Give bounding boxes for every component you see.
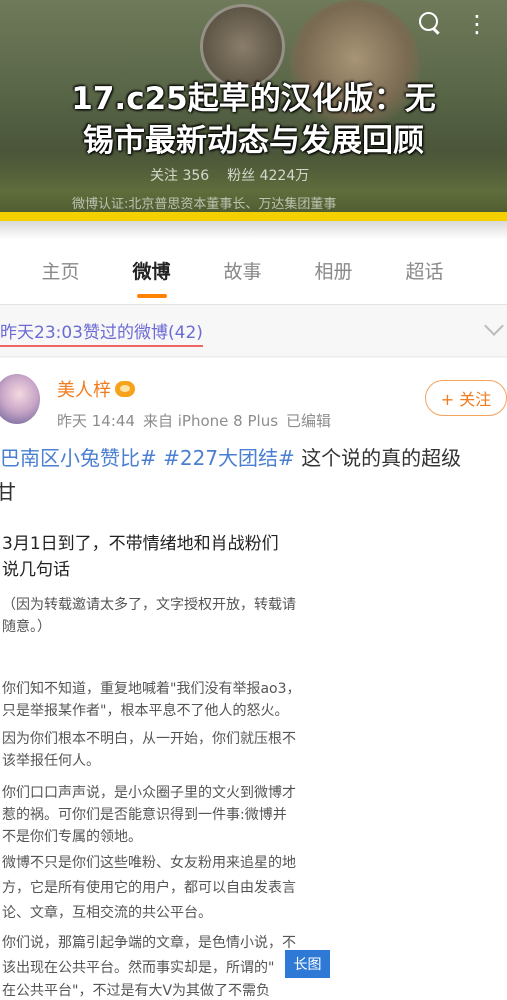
tab-supertopic[interactable]: 超话 <box>379 257 470 284</box>
paren-line-2: 随意。） <box>2 619 51 635</box>
search-icon[interactable] <box>417 10 441 34</box>
top-icons: ⋮ <box>417 10 489 38</box>
headline-underline-bar <box>0 212 507 221</box>
tab-home[interactable]: 主页 <box>15 257 106 284</box>
p4-line-3: 论、文章，互相交流的共公平台。 <box>2 905 212 921</box>
following-count[interactable]: 关注 356 <box>150 165 209 185</box>
post-meta: 昨天 14:44 来自 iPhone 8 Plus 已编辑 <box>57 410 331 431</box>
p2-line-1: 因为你们根本不明白，从一开始，你们就压根不 <box>2 731 296 747</box>
post-card: 美人梓 昨天 14:44 来自 iPhone 8 Plus 已编辑 + 关注 巴… <box>0 358 507 1000</box>
follow-button[interactable]: + 关注 <box>425 380 507 416</box>
hashtag-tail-text: 这个说的真的超级 <box>301 446 462 470</box>
post-time: 昨天 14:44 <box>57 412 135 430</box>
long-image-badge[interactable]: 长图 <box>285 950 330 978</box>
p1-line-1: 你们知不知道，重复地喊着"我们没有举报ao3， <box>2 681 301 697</box>
chevron-down-icon[interactable] <box>484 316 504 336</box>
post-edited: 已编辑 <box>286 412 332 430</box>
paren-line-1: （因为转载邀请太多了，文字授权开放，转载请 <box>2 597 296 613</box>
headline-line-2: 锡市最新动态与发展回顾 <box>83 123 424 159</box>
p3-line-3: 不是你们专属的领地。 <box>2 829 142 845</box>
author-name[interactable]: 美人梓 <box>57 376 135 402</box>
p5-line-2: 该出现在公共平台。然而事实却是，所谓的" <box>2 960 275 976</box>
author-avatar[interactable] <box>0 374 40 424</box>
profile-avatar[interactable] <box>200 4 285 89</box>
author-name-text: 美人梓 <box>57 380 111 401</box>
p1-line-2: 只是举报某作者"，根本平息不了他人的怒火。 <box>2 703 289 719</box>
profile-stats: 关注 356 粉丝 4224万 <box>150 165 309 185</box>
profile-tabs: 主页 微博 故事 相册 超话 <box>0 221 507 305</box>
hashtag-link-2[interactable]: #227大团结# <box>163 446 295 470</box>
post-hashtags: 巴南区小兔赞比# #227大团结# 这个说的真的超级 <box>0 442 461 471</box>
verified-text: 微博认证:北京普思资本董事长、万达集团董事 <box>72 197 337 212</box>
post-source: 来自 iPhone 8 Plus <box>143 412 279 430</box>
lead-line-1: 3月1日到了，不带情绪地和肖战粉们 <box>2 534 279 554</box>
liked-posts-label: 昨天23:03赞过的微博(42) <box>0 318 203 347</box>
vip-badge-icon <box>115 381 135 397</box>
p5-line-3: 在公共平台"，不过是有大V为其做了不需负 <box>2 983 271 999</box>
tab-weibo[interactable]: 微博 <box>106 257 197 298</box>
tab-stories[interactable]: 故事 <box>197 257 288 284</box>
p4-line-2: 方，它是所有使用它的用户，都可以自由发表言 <box>2 880 296 896</box>
p3-line-2: 惹的祸。可你们是否能意识得到一件事:微博并 <box>2 807 287 823</box>
more-icon[interactable]: ⋮ <box>465 10 489 38</box>
hashtag-link-1[interactable]: 巴南区小兔赞比# <box>0 446 157 470</box>
p2-line-2: 该举报任何人。 <box>2 753 100 769</box>
headline: 17.c25起草的汉化版：无 锡市最新动态与发展回顾 <box>0 78 507 162</box>
lead-line-2: 说几句话 <box>2 560 70 580</box>
post-text-continuation: 甘 <box>0 480 16 504</box>
p3-line-1: 你们口口声声说，是小众圈子里的文火到微博才 <box>2 785 296 801</box>
p5-line-1: 你们说，那篇引起争端的文章，是色情小说，不 <box>2 935 296 951</box>
liked-posts-strip[interactable]: 昨天23:03赞过的微博(42) <box>0 305 507 357</box>
p4-line-1: 微博不只是你们这些唯粉、女友粉用来追星的地 <box>2 855 296 871</box>
tab-album[interactable]: 相册 <box>288 257 379 284</box>
headline-line-1: 17.c25起草的汉化版：无 <box>71 81 436 117</box>
fans-count[interactable]: 粉丝 4224万 <box>227 165 309 185</box>
